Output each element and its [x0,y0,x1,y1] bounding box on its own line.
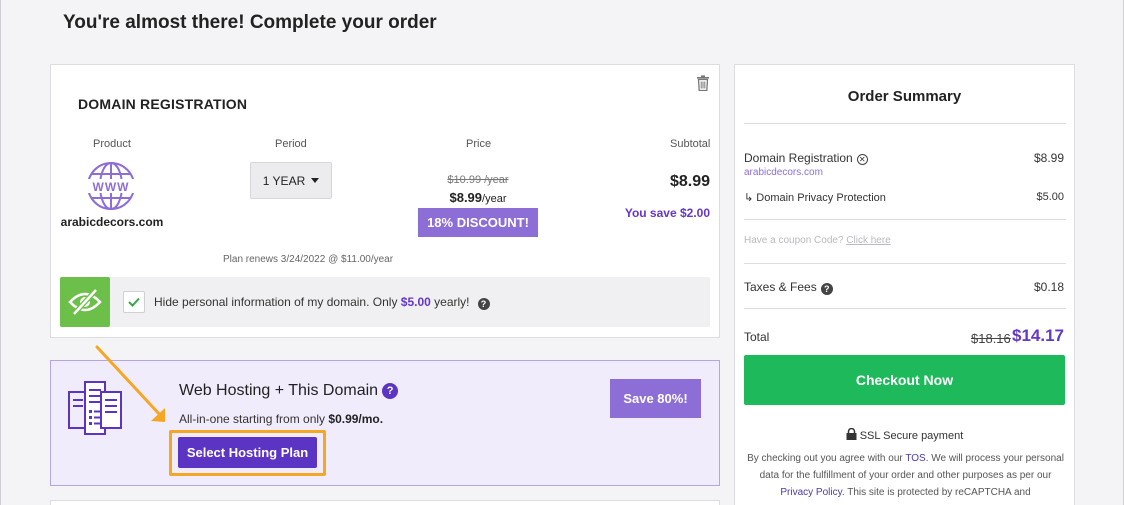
total-label: Total [744,330,770,344]
coupon-prompt-text: Have a coupon Code? [744,235,847,246]
divider [744,263,1066,264]
order-summary-card: Order Summary Domain Registration ✕ $8.99… [734,64,1075,505]
legal-text-1: By checking out you agree with our [747,453,906,464]
annotation-arrow-icon [95,345,165,422]
select-hosting-plan-button[interactable]: Select Hosting Plan [178,437,317,468]
ssl-secure-payment: SSL Secure payment [735,427,1074,442]
checkout-now-button[interactable]: Checkout Now [744,355,1065,405]
summary-line-taxes: Taxes & Fees? [744,280,833,295]
total-original: $18.16 [971,331,1011,346]
summary-line-label: Taxes & Fees [744,280,817,294]
save-badge: Save 80%! [610,379,701,418]
next-card-edge [50,500,720,505]
privacy-price: $5.00 [400,295,431,309]
divider [744,219,1066,220]
domain-privacy-row: Hide personal information of my domain. … [60,277,710,327]
privacy-policy-link[interactable]: Privacy Policy [780,487,842,498]
legal-text: By checking out you agree with our TOS . … [743,450,1068,501]
discounted-price: $8.99/year [421,190,535,205]
domain-card-title: DOMAIN REGISTRATION [78,96,248,112]
period-value: 1 YEAR [262,173,306,188]
privacy-text-after: yearly! [430,295,470,309]
caret-down-icon [311,178,320,183]
divider [744,308,1066,309]
summary-line-label: Domain Registration [744,151,853,165]
ssl-text: SSL Secure payment [859,430,964,442]
column-head-product: Product [93,138,131,150]
column-head-price: Price [466,138,492,150]
discount-badge: 18% DISCOUNT! [418,208,538,237]
lock-icon [846,427,857,440]
total-discounted: $14.17 [1012,326,1064,345]
divider [744,123,1066,124]
column-head-subtotal: Subtotal [670,138,711,150]
price-unit: /year [482,193,507,205]
privacy-offer-text: Hide personal information of my domain. … [154,295,490,310]
summary-line-sub-domain: arabicdecors.com [744,167,823,178]
summary-value-taxes: $0.18 [1033,280,1064,294]
question-circle-icon[interactable]: ? [820,283,833,295]
summary-value-domain-registration: $8.99 [1033,151,1064,165]
domain-registration-card: DOMAIN REGISTRATION Product Period Price… [50,64,720,338]
column-head-period: Period [275,138,307,150]
subtotal-value: $8.99 [669,173,710,190]
hosting-sub-price: $0.99/mo. [328,412,384,426]
summary-line-domain-registration: Domain Registration ✕ [744,151,868,165]
hosting-subtitle: All-in-one starting from only $0.99/mo. [179,412,383,426]
hosting-title-text: Web Hosting + This Domain [179,382,379,399]
coupon-link[interactable]: Click here [846,235,890,246]
discounted-price-value: $8.99 [449,190,483,205]
you-save-text: You save $2.00 [624,206,710,220]
summary-line-privacy-protection: ↳ Domain Privacy Protection [744,192,886,204]
hosting-sub-text: All-in-one starting from only [179,412,329,426]
privacy-checkbox[interactable] [123,291,145,313]
page-edge-left [0,0,1,505]
www-label: WWW [93,180,130,194]
page-title: You're almost there! Complete your order [63,12,437,33]
legal-text-3: . This site is protected by reCAPTCHA an… [841,487,1031,498]
eye-slash-icon [68,288,102,316]
x-circle-icon[interactable]: ✕ [856,154,868,165]
order-summary-title: Order Summary [847,88,962,105]
question-circle-icon[interactable]: ? [382,383,399,399]
privacy-icon-box [60,277,110,327]
coupon-prompt: Have a coupon Code? Click here [744,235,891,246]
original-price: $10.99 /year [447,174,509,186]
www-globe-icon: WWW [87,162,135,210]
check-icon [128,297,140,307]
privacy-text-before: Hide personal information of my domain. … [154,295,401,309]
period-dropdown[interactable]: 1 YEAR [250,162,332,199]
summary-value-privacy-protection: $5.00 [1036,191,1064,203]
tos-link[interactable]: TOS [905,453,925,464]
trash-icon[interactable] [696,75,710,91]
question-circle-icon[interactable]: ? [477,298,490,310]
plan-renews-text: Plan renews 3/24/2022 @ $11.00/year [223,254,394,265]
hosting-title: Web Hosting + This Domain? [179,382,399,400]
product-domain-name: arabicdecors.com [60,215,164,229]
